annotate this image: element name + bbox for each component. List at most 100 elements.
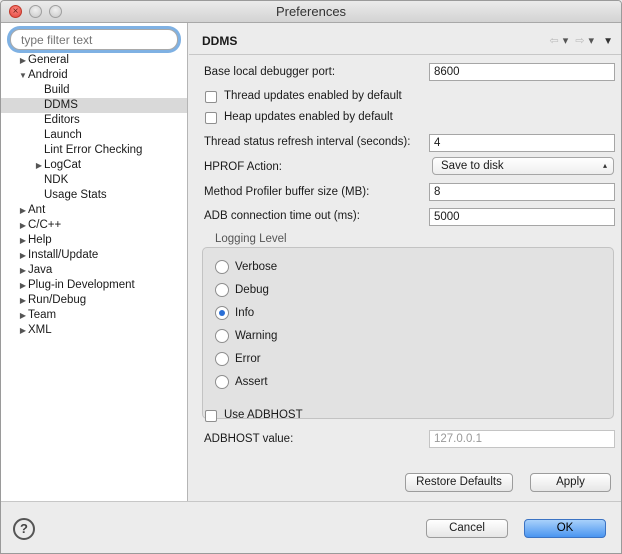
tree-item-label: Lint Error Checking <box>44 144 143 156</box>
tree-item-label: LogCat <box>44 159 82 171</box>
logging-option-label: Info <box>235 307 255 319</box>
updown-icon: ▴ <box>602 161 607 170</box>
tree-item-usage-stats[interactable]: Usage Stats <box>1 188 187 203</box>
tree-item-label: Plug-in Development <box>28 279 135 291</box>
tree-item-team[interactable]: ▶ Team <box>1 308 187 323</box>
expand-arrow-icon[interactable]: ▶ <box>18 53 28 68</box>
apply-button[interactable]: Apply <box>530 473 611 492</box>
logging-option-error[interactable]: Error <box>215 351 261 367</box>
expand-arrow-icon[interactable]: ▶ <box>18 308 28 323</box>
tree-item-label: C/C++ <box>28 219 62 231</box>
heap-updates-checkbox[interactable] <box>205 112 217 124</box>
tree-item-label: Run/Debug <box>28 294 87 306</box>
tree-item-logcat[interactable]: ▶ LogCat <box>1 158 187 173</box>
tree-item-ndk[interactable]: NDK <box>1 173 187 188</box>
tree-item-launch[interactable]: Launch <box>1 128 187 143</box>
help-icon[interactable]: ? <box>13 518 35 540</box>
ddms-page: DDMS ⇦ ▾ ⇨ ▾ ▼ Base local debugger port: 8… <box>189 23 621 501</box>
profiler-buffer-field[interactable]: 8 <box>429 183 615 201</box>
view-menu-icon[interactable]: ▼ <box>603 36 613 47</box>
tree-item-android[interactable]: ▼Android <box>1 68 187 83</box>
base-port-label: Base local debugger port: <box>204 66 336 78</box>
expand-arrow-icon[interactable]: ▶ <box>18 293 28 308</box>
radio-button[interactable] <box>215 374 229 389</box>
expand-arrow-icon[interactable]: ▶ <box>18 248 28 263</box>
tree-item-label: Ant <box>28 204 46 216</box>
tree-item-label: Install/Update <box>28 249 99 261</box>
tree-item-java[interactable]: ▶ Java <box>1 263 187 278</box>
profiler-buffer-label: Method Profiler buffer size (MB): <box>204 186 370 198</box>
expand-arrow-icon[interactable]: ▶ <box>18 203 28 218</box>
adb-timeout-field[interactable]: 5000 <box>429 208 615 226</box>
thread-updates-checkbox[interactable] <box>205 91 217 103</box>
logging-option-info[interactable]: Info <box>215 305 254 321</box>
logging-option-assert[interactable]: Assert <box>215 374 268 390</box>
expand-arrow-icon[interactable]: ▶ <box>18 218 28 233</box>
logging-option-warning[interactable]: Warning <box>215 328 277 344</box>
use-adbhost-label: Use ADBHOST <box>224 409 303 421</box>
tree-item-lint-error-checking[interactable]: Lint Error Checking <box>1 143 187 158</box>
tree-item-help[interactable]: ▶ Help <box>1 233 187 248</box>
preferences-window: × Preferences ▶General▼AndroidBuildDDMSE… <box>0 0 622 554</box>
tree-item-label: Java <box>28 264 53 276</box>
hprof-select[interactable]: Save to disk ▴ <box>432 157 614 175</box>
tree-item-general[interactable]: ▶ General <box>1 53 187 68</box>
tree-item-xml[interactable]: ▶ XML <box>1 323 187 338</box>
tree-item-label: NDK <box>44 174 69 186</box>
tree-item-c-c-[interactable]: ▶ C/C++ <box>1 218 187 233</box>
forward-arrow-icon[interactable]: ⇨ <box>575 35 584 47</box>
header-divider <box>189 54 621 55</box>
logging-option-label: Error <box>235 353 261 365</box>
adb-timeout-label: ADB connection time out (ms): <box>204 210 360 222</box>
tree-item-label: Build <box>44 84 70 96</box>
radio-button[interactable] <box>215 305 229 320</box>
page-nav: ⇦ ▾ ⇨ ▾ ▼ <box>549 34 613 47</box>
use-adbhost-checkbox[interactable] <box>205 410 217 422</box>
tree-item-ddms[interactable]: DDMS <box>1 98 187 113</box>
tree-item-editors[interactable]: Editors <box>1 113 187 128</box>
expand-arrow-icon[interactable]: ▶ <box>18 263 28 278</box>
thread-interval-field[interactable]: 4 <box>429 134 615 152</box>
logging-option-verbose[interactable]: Verbose <box>215 259 277 275</box>
forward-dropdown-icon[interactable]: ▾ <box>589 35 595 47</box>
title-bar: × Preferences <box>1 1 621 23</box>
tree-item-ant[interactable]: ▶ Ant <box>1 203 187 218</box>
tree-item-plug-in-development[interactable]: ▶ Plug-in Development <box>1 278 187 293</box>
ok-button[interactable]: OK <box>524 519 606 538</box>
logging-option-debug[interactable]: Debug <box>215 282 269 298</box>
thread-interval-label: Thread status refresh interval (seconds)… <box>204 136 411 148</box>
back-arrow-icon[interactable]: ⇦ <box>549 35 558 47</box>
logging-option-label: Verbose <box>235 261 278 273</box>
collapse-arrow-icon[interactable]: ▼ <box>18 68 28 83</box>
tree-item-label: Help <box>28 234 52 246</box>
logging-option-label: Debug <box>235 284 269 296</box>
logging-option-label: Assert <box>235 376 268 388</box>
tree-item-build[interactable]: Build <box>1 83 187 98</box>
adbhost-value-field[interactable]: 127.0.0.1 <box>429 430 615 448</box>
tree-item-label: Team <box>28 309 57 321</box>
preferences-tree: ▶ General ▼Android Build DDMS Editors Launch Li… <box>1 53 187 338</box>
expand-arrow-icon[interactable]: ▶ <box>18 278 28 293</box>
expand-arrow-icon[interactable]: ▶ <box>34 158 44 173</box>
tree-item-install-update[interactable]: ▶ Install/Update <box>1 248 187 263</box>
filter-input[interactable] <box>10 29 178 50</box>
adbhost-value-label: ADBHOST value: <box>204 433 294 445</box>
radio-button[interactable] <box>215 351 229 366</box>
tree-item-label: General <box>28 54 69 66</box>
tree-item-label: Usage Stats <box>44 189 107 201</box>
heap-updates-label: Heap updates enabled by default <box>224 111 393 123</box>
tree-item-run-debug[interactable]: ▶ Run/Debug <box>1 293 187 308</box>
back-dropdown-icon[interactable]: ▾ <box>563 35 569 47</box>
logging-level-group: Verbose Debug Info Warning Error Assert <box>202 247 614 419</box>
tree-item-label: XML <box>28 324 52 336</box>
tree-item-label: Editors <box>44 114 80 126</box>
preferences-tree-pane: ▶General▼AndroidBuildDDMSEditorsLaunchLi… <box>1 23 188 501</box>
base-port-field[interactable]: 8600 <box>429 63 615 81</box>
radio-button[interactable] <box>215 259 229 274</box>
radio-button[interactable] <box>215 328 229 343</box>
radio-button[interactable] <box>215 282 229 297</box>
restore-defaults-button[interactable]: Restore Defaults <box>405 473 513 492</box>
expand-arrow-icon[interactable]: ▶ <box>18 323 28 338</box>
expand-arrow-icon[interactable]: ▶ <box>18 233 28 248</box>
cancel-button[interactable]: Cancel <box>426 519 508 538</box>
